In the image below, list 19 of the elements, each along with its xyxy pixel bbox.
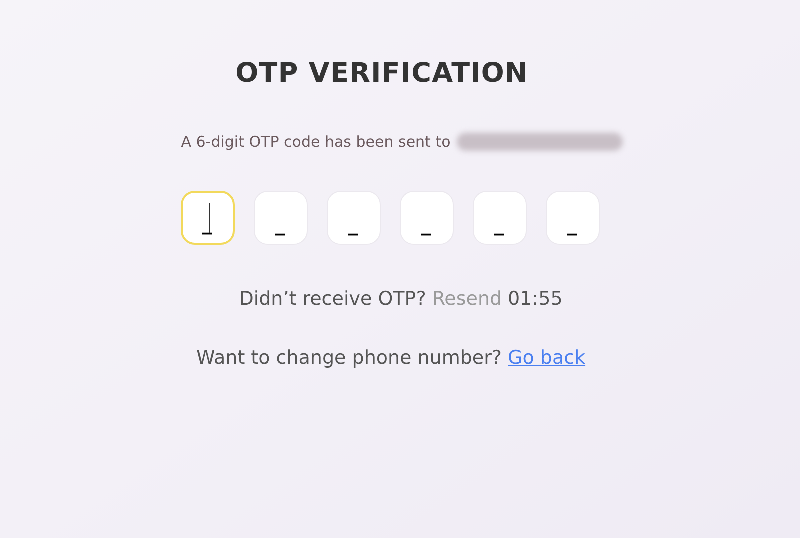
otp-digit-input[interactable]: _ <box>342 212 366 236</box>
otp-digit-field[interactable]: _ <box>180 191 234 245</box>
otp-digit-input[interactable]: _ <box>488 212 512 236</box>
text-cursor-icon <box>208 203 210 233</box>
resend-prompt: Didn’t receive OTP? <box>239 287 426 312</box>
otp-digit-field[interactable]: _ <box>546 191 600 245</box>
otp-digit-input[interactable]: _ <box>196 211 220 235</box>
otp-digit-field[interactable]: _ <box>472 191 526 245</box>
go-back-link[interactable]: Go back <box>508 344 586 372</box>
otp-digit-input[interactable]: _ <box>268 212 292 236</box>
page-title: OTP VERIFICATION <box>236 57 528 91</box>
change-number-prompt: Want to change phone number? <box>196 346 502 370</box>
resend-timer: 01:55 <box>508 287 563 312</box>
otp-digit-input[interactable]: _ <box>560 212 584 236</box>
otp-digit-input[interactable]: _ <box>414 212 438 236</box>
otp-digit-field[interactable]: _ <box>400 191 454 245</box>
otp-message: A 6-digit OTP code has been sent to <box>181 132 451 152</box>
otp-digit-field[interactable]: _ <box>254 191 308 245</box>
otp-digit-field[interactable]: _ <box>326 191 380 245</box>
